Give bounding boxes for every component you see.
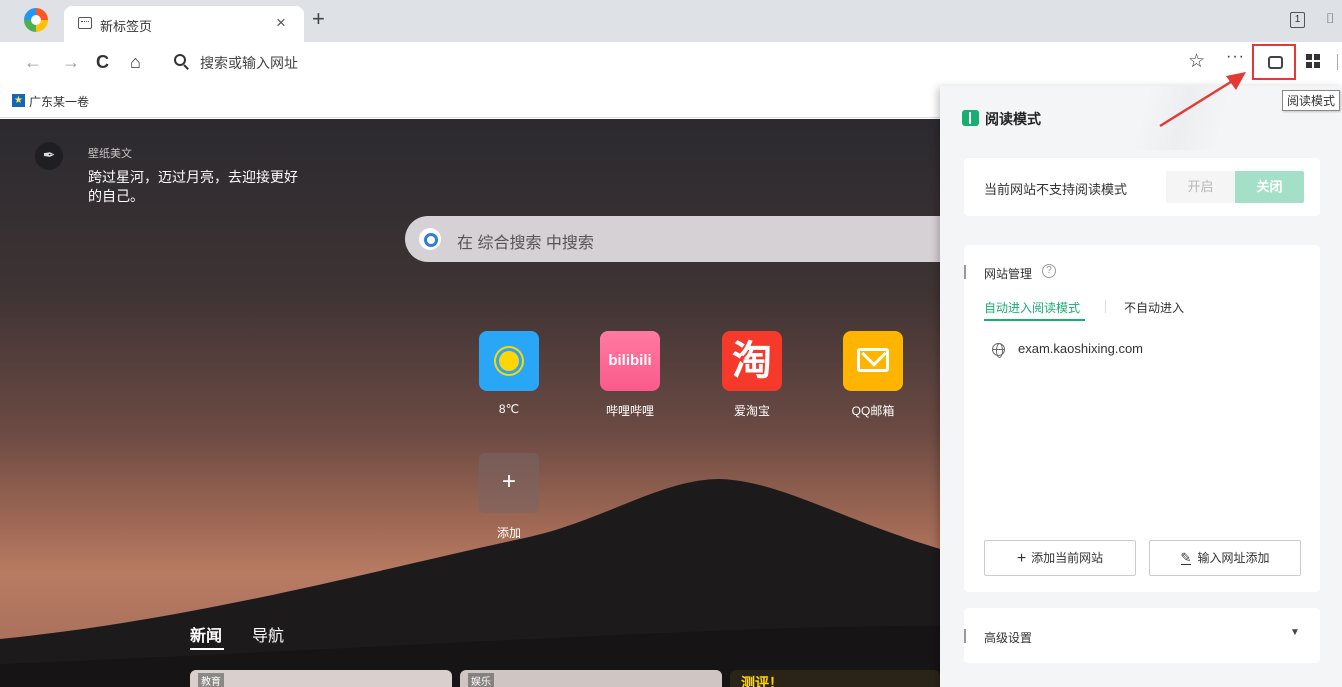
news-card-tag: 娱乐	[468, 673, 494, 687]
add-by-url-button[interactable]: ✎ 输入网址添加	[1149, 540, 1301, 576]
bookmark-item[interactable]: 广东某一卷	[29, 93, 89, 110]
site-list-item[interactable]: exam.kaoshixing.com	[1018, 341, 1143, 356]
reader-mode-tooltip: 阅读模式	[1282, 90, 1341, 111]
support-card: 当前网站不支持阅读模式 开启 关闭	[964, 158, 1320, 216]
add-icon: +	[479, 453, 539, 513]
panel-title: 阅读模式	[985, 111, 1041, 127]
support-status-text: 当前网站不支持阅读模式	[984, 182, 1128, 197]
browser-logo-icon[interactable]	[24, 8, 48, 32]
news-card[interactable]: 教育	[190, 670, 452, 687]
tab-auto-enter[interactable]: 自动进入阅读模式	[984, 299, 1080, 316]
tab-bar: 新标签页 × + 1 ⌷	[0, 0, 1342, 42]
news-card-tag: 测评！	[741, 675, 783, 687]
search-engine-icon[interactable]	[419, 228, 441, 250]
tab-counter[interactable]: 1	[1290, 12, 1305, 28]
plus-icon: +	[1016, 550, 1027, 567]
news-card[interactable]: 测评！	[730, 670, 940, 687]
bookmark-star-icon[interactable]: ☆	[1188, 50, 1205, 73]
feather-icon[interactable]: ✒	[35, 142, 63, 170]
section-marker	[964, 265, 966, 279]
active-tab-underline	[984, 319, 1085, 321]
tab-news[interactable]: 新闻	[190, 622, 222, 646]
tab-new-tab-page[interactable]: 新标签页 ×	[64, 6, 304, 42]
toolbar-divider	[1337, 54, 1338, 70]
tile-add[interactable]: + 添加	[479, 453, 539, 541]
reader-mode-toggle: 开启 关闭	[1166, 171, 1304, 203]
search-icon	[174, 54, 186, 66]
tile-label: 哔哩哔哩	[605, 404, 654, 418]
tab-divider	[1105, 300, 1106, 313]
mail-icon	[843, 331, 903, 391]
tile-weather[interactable]: 8℃	[479, 331, 539, 416]
quote-text: 跨过星河，迈过月亮，去迎接更好的自己。	[88, 169, 298, 204]
pencil-icon: ✎	[1180, 550, 1192, 565]
reader-book-icon	[962, 110, 979, 126]
advanced-settings-card[interactable]: 高级设置 ▼	[964, 608, 1320, 663]
more-menu-icon[interactable]: ···	[1226, 48, 1245, 66]
section-marker	[964, 629, 966, 643]
tab-close-icon[interactable]: ×	[276, 13, 286, 33]
reader-mode-button[interactable]	[1252, 44, 1296, 80]
globe-icon	[992, 343, 1005, 358]
reader-mode-icon	[1268, 56, 1283, 69]
site-management-title: 网站管理	[984, 267, 1033, 281]
tile-label: 8℃	[498, 402, 520, 416]
taobao-icon: 淘	[722, 331, 782, 391]
new-tab-button[interactable]: +	[312, 8, 325, 30]
add-current-site-label: 添加当前网站	[1031, 551, 1104, 565]
forward-icon[interactable]: →	[62, 51, 80, 73]
tile-qq-mail[interactable]: QQ邮箱	[843, 331, 903, 419]
quote-source: 壁纸美文	[88, 148, 132, 160]
reader-mode-panel: 阅读模式 当前网站不支持阅读模式 开启 关闭 网站管理 ? 自动进入阅读模式 不…	[940, 86, 1342, 687]
advanced-settings-title: 高级设置	[984, 631, 1033, 645]
navigation-bar: ← → C ⌂ 搜索或输入网址 ☆ ···	[0, 42, 1342, 84]
tab-title: 新标签页	[100, 19, 153, 34]
toggle-on-option[interactable]: 开启	[1166, 171, 1235, 203]
news-card-tag: 教育	[198, 673, 224, 687]
bookmark-favicon-icon: ★	[12, 94, 25, 107]
toggle-off-option[interactable]: 关闭	[1235, 171, 1304, 203]
tile-label: QQ邮箱	[851, 404, 895, 418]
search-input[interactable]: 在 综合搜索 中搜索	[457, 229, 594, 253]
add-current-site-button[interactable]: + 添加当前网站	[984, 540, 1136, 576]
address-input[interactable]: 搜索或输入网址	[200, 53, 298, 73]
bilibili-icon: bilibili	[600, 331, 660, 391]
home-icon[interactable]: ⌂	[130, 51, 141, 73]
tile-label: 添加	[496, 526, 521, 540]
news-tab-underline	[190, 648, 224, 650]
restore-icon[interactable]: ⌷	[1326, 10, 1334, 27]
tile-taobao[interactable]: 淘 爱淘宝	[722, 331, 782, 419]
add-by-url-label: 输入网址添加	[1197, 551, 1270, 565]
tab-no-auto-enter[interactable]: 不自动进入	[1124, 299, 1184, 316]
apps-grid-icon[interactable]	[1306, 54, 1320, 68]
back-icon[interactable]: ←	[24, 51, 42, 73]
tile-label: 爱淘宝	[733, 404, 770, 418]
search-box[interactable]: 在 综合搜索 中搜索	[405, 216, 945, 262]
page-icon	[78, 17, 92, 29]
site-management-card: 网站管理 ? 自动进入阅读模式 不自动进入 exam.kaoshixing.co…	[964, 245, 1320, 592]
tab-navigation[interactable]: 导航	[252, 622, 284, 646]
tile-bilibili[interactable]: bilibili 哔哩哔哩	[600, 331, 660, 419]
help-icon[interactable]: ?	[1042, 264, 1056, 278]
chevron-down-icon[interactable]: ▼	[1290, 627, 1300, 638]
reload-icon[interactable]: C	[96, 51, 109, 73]
weather-sun-icon	[479, 331, 539, 391]
news-card[interactable]: 娱乐	[460, 670, 722, 687]
